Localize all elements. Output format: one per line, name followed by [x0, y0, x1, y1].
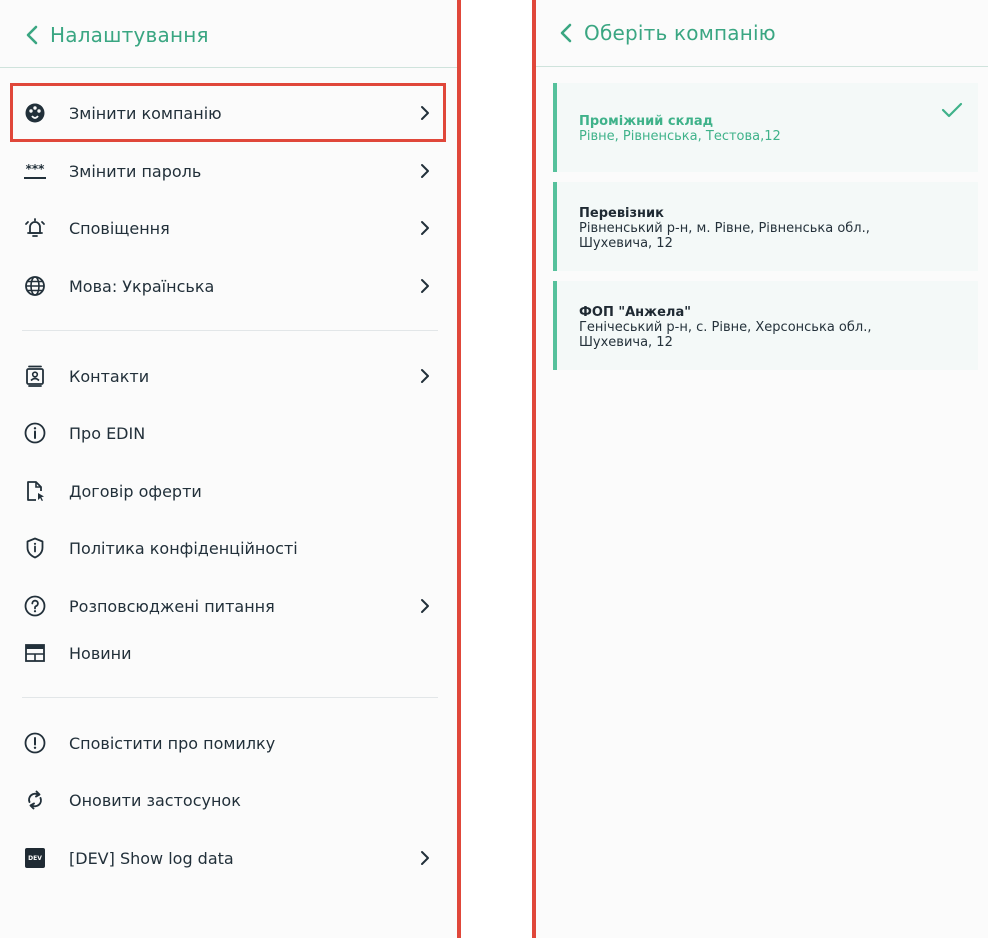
company-card[interactable]: ФОП "Анжела" Генічеський р-н, с. Рівне, …: [553, 281, 978, 370]
menu-item-label: Мова: Українська: [69, 276, 215, 296]
chevron-right-icon: [418, 277, 432, 295]
menu-item-change-password[interactable]: *** Змінити пароль: [0, 151, 457, 191]
menu-item-label: [DEV] Show log data: [69, 848, 234, 868]
menu-item-notifications[interactable]: Сповіщення: [0, 208, 457, 248]
menu-item-label: Розповсюджені питання: [69, 596, 275, 616]
company-address: Генічеський р-н, с. Рівне, Херсонська об…: [579, 320, 872, 350]
chevron-right-icon: [418, 367, 432, 385]
chevron-right-icon: [418, 849, 432, 867]
divider: [22, 330, 438, 331]
company-name: Перевізник: [579, 206, 664, 221]
screen-frame-border: [457, 0, 461, 938]
dev-badge-icon: DEV: [23, 846, 47, 870]
menu-item-language[interactable]: Мова: Українська: [0, 266, 457, 306]
menu-item-label: Сповістити про помилку: [69, 733, 276, 753]
alarm-bell-icon: [23, 216, 47, 240]
menu-item-about[interactable]: Про EDIN: [0, 413, 457, 453]
chevron-right-icon: [418, 219, 432, 237]
contact-book-icon: [23, 364, 47, 388]
newspaper-icon: [23, 641, 47, 665]
menu-item-label: Оновити застосунок: [69, 790, 241, 810]
menu-item-label: Договір оферти: [69, 481, 202, 501]
highlight-frame: [10, 83, 446, 142]
check-icon: [941, 102, 963, 118]
shield-icon: [23, 536, 47, 560]
alert-circle-icon: [23, 731, 47, 755]
chevron-right-icon: [418, 162, 432, 180]
company-card-selected[interactable]: Проміжний склад Рівне, Рівненська, Тесто…: [553, 83, 978, 172]
company-name: ФОП "Анжела": [579, 305, 691, 320]
company-name: Проміжний склад: [579, 114, 714, 129]
menu-item-label: Про EDIN: [69, 423, 146, 443]
password-icon: ***: [23, 159, 47, 183]
menu-item-update-app[interactable]: Оновити застосунок: [0, 780, 457, 820]
menu-item-label: Контакти: [69, 366, 150, 386]
menu-item-label: Політика конфіденційності: [69, 538, 298, 558]
settings-screen: Налаштування Змінити компанію *** Змінит…: [0, 0, 457, 938]
question-circle-icon: [23, 594, 47, 618]
info-icon: [23, 421, 47, 445]
menu-item-label: Новини: [69, 643, 132, 663]
divider: [22, 697, 438, 698]
menu-item-dev-log[interactable]: DEV [DEV] Show log data: [0, 838, 457, 878]
menu-item-contacts[interactable]: Контакти: [0, 356, 457, 396]
password-mask: ***: [25, 161, 45, 176]
choose-company-back-button[interactable]: Оберіть компанію: [558, 21, 776, 45]
menu-item-offer-agreement[interactable]: Договір оферти: [0, 471, 457, 511]
menu-item-label: Змінити пароль: [69, 161, 202, 181]
refresh-icon: [23, 788, 47, 812]
choose-company-title: Оберіть компанію: [584, 21, 776, 45]
chevron-right-icon: [418, 597, 432, 615]
menu-item-faq[interactable]: Розповсюджені питання: [0, 586, 457, 626]
choose-company-screen: Оберіть компанію Проміжний склад Рівне, …: [536, 0, 988, 938]
settings-header: Налаштування: [0, 0, 457, 68]
choose-company-header: Оберіть компанію: [536, 0, 988, 67]
chevron-left-icon: [560, 23, 572, 43]
settings-title: Налаштування: [50, 22, 209, 47]
menu-item-report-bug[interactable]: Сповістити про помилку: [0, 723, 457, 763]
menu-item-label: Сповіщення: [69, 218, 170, 238]
menu-item-privacy-policy[interactable]: Політика конфіденційності: [0, 528, 457, 568]
document-cursor-icon: [23, 479, 47, 503]
chevron-left-icon: [26, 25, 38, 44]
company-address: Рівне, Рівненська, Тестова,12: [579, 129, 781, 144]
company-address: Рівненський р-н, м. Рівне, Рівненська об…: [579, 221, 870, 251]
globe-icon: [23, 274, 47, 298]
dev-badge: DEV: [25, 848, 45, 868]
company-card[interactable]: Перевізник Рівненський р-н, м. Рівне, Рі…: [553, 182, 978, 271]
menu-item-news[interactable]: Новини: [0, 633, 457, 673]
settings-back-button[interactable]: Налаштування: [24, 23, 209, 47]
